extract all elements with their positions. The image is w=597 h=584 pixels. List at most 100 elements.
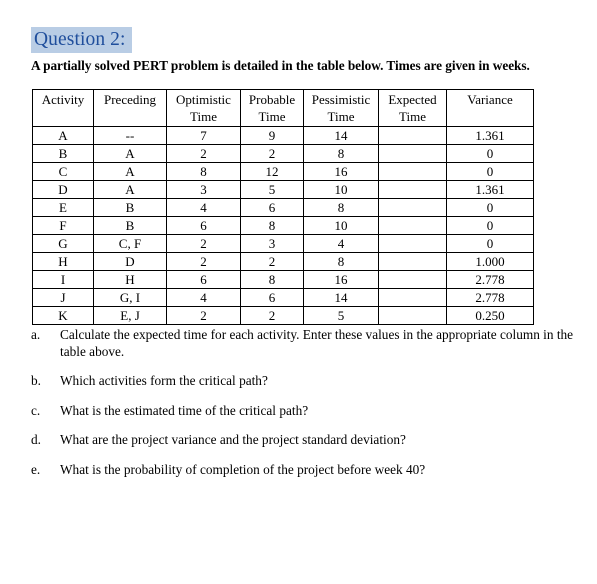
cell-activity: K — [32, 306, 94, 325]
cell-optimistic: 6 — [166, 270, 241, 289]
question-part-c-text: What is the estimated time of the critic… — [60, 402, 309, 418]
table-header-row: Activity Preceding Optimistic Time Proba… — [32, 89, 534, 127]
question-part-b: b. Which activities form the critical pa… — [31, 373, 583, 390]
column-header-probable-line2: Time — [258, 109, 286, 124]
cell-optimistic: 3 — [166, 180, 241, 199]
cell-pessimistic: 14 — [303, 288, 379, 307]
cell-expected[interactable] — [378, 234, 447, 253]
cell-pessimistic: 8 — [303, 144, 379, 163]
cell-pessimistic: 8 — [303, 252, 379, 271]
column-header-optimistic-line1: Optimistic — [176, 92, 231, 107]
column-header-expected-time: Expected Time — [378, 89, 447, 127]
table-header: Activity Preceding Optimistic Time Proba… — [32, 89, 534, 127]
cell-probable: 8 — [240, 216, 304, 235]
cell-activity: A — [32, 126, 94, 145]
cell-preceding: A — [93, 180, 167, 199]
cell-preceding: B — [93, 216, 167, 235]
cell-preceding: A — [93, 162, 167, 181]
cell-activity: D — [32, 180, 94, 199]
cell-probable: 6 — [240, 198, 304, 217]
cell-preceding: H — [93, 270, 167, 289]
question-part-d: d. What are the project variance and the… — [31, 432, 583, 449]
cell-probable: 9 — [240, 126, 304, 145]
cell-variance: 2.778 — [446, 288, 534, 307]
column-header-probable-time: Probable Time — [240, 89, 304, 127]
cell-preceding: A — [93, 144, 167, 163]
problem-description: A partially solved PERT problem is detai… — [31, 58, 530, 73]
cell-pessimistic: 5 — [303, 306, 379, 325]
table-row: H D 2 2 8 1.000 — [32, 252, 534, 271]
cell-activity: I — [32, 270, 94, 289]
worksheet-page: Question 2: A partially solved PERT prob… — [0, 0, 597, 584]
column-header-expected-line1: Expected — [388, 92, 437, 107]
table-row: E B 4 6 8 0 — [32, 198, 534, 217]
table-row: K E, J 2 2 5 0.250 — [32, 306, 534, 325]
cell-expected[interactable] — [378, 306, 447, 325]
column-header-preceding-line1: Preceding — [104, 92, 156, 107]
cell-expected[interactable] — [378, 198, 447, 217]
column-header-optimistic-line2: Time — [190, 109, 217, 124]
table-row: I H 6 8 16 2.778 — [32, 270, 534, 289]
cell-expected[interactable] — [378, 270, 447, 289]
cell-preceding: B — [93, 198, 167, 217]
cell-variance: 1.000 — [446, 252, 534, 271]
cell-activity: F — [32, 216, 94, 235]
cell-variance: 1.361 — [446, 180, 534, 199]
cell-probable: 2 — [240, 252, 304, 271]
cell-pessimistic: 14 — [303, 126, 379, 145]
question-part-d-text: What are the project variance and the pr… — [60, 432, 406, 447]
cell-probable: 2 — [240, 144, 304, 163]
cell-expected[interactable] — [378, 288, 447, 307]
question-parts-list: a. Calculate the expected time for each … — [31, 327, 583, 478]
column-header-activity-line1: Activity — [41, 92, 85, 107]
cell-optimistic: 7 — [166, 126, 241, 145]
table-body: A -- 7 9 14 1.361 B A 2 2 8 0 C A 8 12 1… — [32, 126, 534, 325]
cell-expected[interactable] — [378, 216, 447, 235]
question-part-e-text: What is the probability of completion of… — [60, 461, 426, 477]
table-row: J G, I 4 6 14 2.778 — [32, 288, 534, 307]
column-header-activity: Activity — [32, 89, 94, 127]
cell-probable: 6 — [240, 288, 304, 307]
column-header-expected-line2: Time — [399, 109, 426, 124]
question-heading: Question 2: — [31, 27, 132, 53]
cell-preceding: -- — [93, 126, 167, 145]
cell-probable: 5 — [240, 180, 304, 199]
cell-pessimistic: 16 — [303, 270, 379, 289]
cell-optimistic: 8 — [166, 162, 241, 181]
column-header-pessimistic-time: Pessimistic Time — [303, 89, 379, 127]
cell-activity: H — [32, 252, 94, 271]
cell-expected[interactable] — [378, 252, 447, 271]
cell-optimistic: 4 — [166, 288, 241, 307]
cell-activity: G — [32, 234, 94, 253]
cell-activity: B — [32, 144, 94, 163]
cell-pessimistic: 10 — [303, 180, 379, 199]
cell-pessimistic: 16 — [303, 162, 379, 181]
cell-optimistic: 4 — [166, 198, 241, 217]
cell-probable: 12 — [240, 162, 304, 181]
cell-optimistic: 2 — [166, 306, 241, 325]
cell-variance: 0 — [446, 144, 534, 163]
cell-variance: 0.250 — [446, 306, 534, 325]
cell-variance: 1.361 — [446, 126, 534, 145]
cell-pessimistic: 8 — [303, 198, 379, 217]
cell-probable: 3 — [240, 234, 304, 253]
cell-expected[interactable] — [378, 126, 447, 145]
cell-optimistic: 2 — [166, 144, 241, 163]
cell-optimistic: 2 — [166, 234, 241, 253]
column-header-probable-line1: Probable — [248, 92, 296, 107]
cell-expected[interactable] — [378, 144, 447, 163]
cell-expected[interactable] — [378, 180, 447, 199]
question-part-c: c. What is the estimated time of the cri… — [31, 403, 583, 420]
column-header-optimistic-time: Optimistic Time — [166, 89, 241, 127]
pert-problem-table: Activity Preceding Optimistic Time Proba… — [32, 89, 534, 325]
cell-expected[interactable] — [378, 162, 447, 181]
table-row: D A 3 5 10 1.361 — [32, 180, 534, 199]
cell-pessimistic: 4 — [303, 234, 379, 253]
cell-variance: 0 — [446, 198, 534, 217]
question-heading-label: Question 2: — [31, 27, 132, 53]
question-part-a-marker: a. — [31, 327, 41, 342]
cell-variance: 2.778 — [446, 270, 534, 289]
column-header-variance: Variance — [446, 89, 534, 127]
column-header-pessimistic-line2: Time — [327, 109, 355, 124]
question-part-b-text: Which activities form the critical path? — [60, 373, 268, 388]
